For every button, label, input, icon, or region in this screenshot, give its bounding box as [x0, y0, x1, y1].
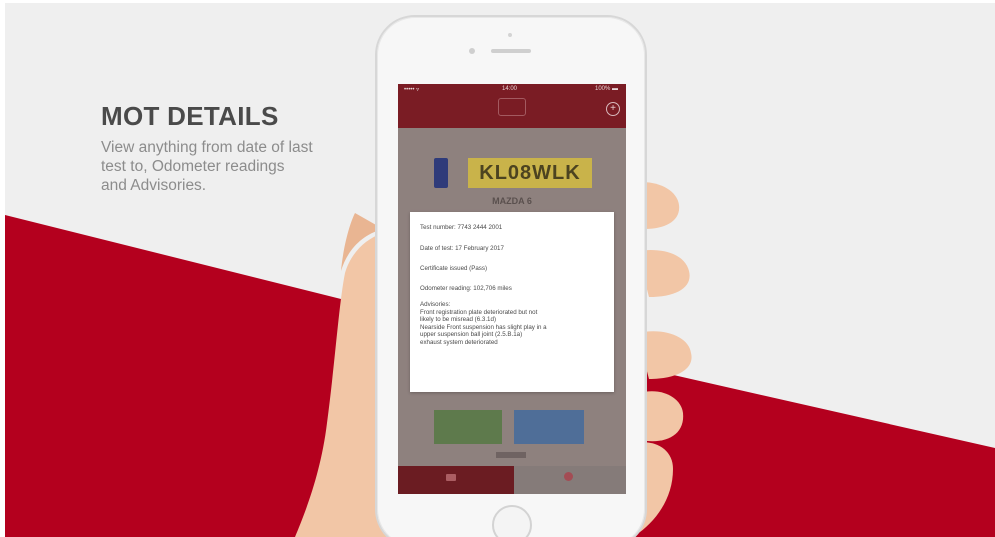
video-frame: MOT DETAILS View anything from date of l…	[0, 0, 995, 537]
plate-row: KL08WLK	[424, 158, 602, 188]
car-icon	[446, 474, 456, 481]
registration-plate: KL08WLK	[468, 158, 592, 188]
tab-settings[interactable]	[514, 466, 626, 494]
status-time: 14:00	[502, 86, 518, 92]
advisory-line: exhaust system deteriorated	[420, 338, 498, 346]
vehicle-make-model: MAZDA 6	[492, 196, 532, 206]
advisory-line: likely to be misread (6.3.1d)	[420, 316, 497, 324]
green-action-button[interactable]	[434, 410, 502, 444]
gb-badge-icon	[434, 158, 448, 188]
sensor-dot	[508, 33, 512, 37]
status-bar: ••••• ▿ 14:00 100% ▬	[398, 86, 626, 96]
signal-indicator: ••••• ▿	[404, 87, 420, 93]
add-vehicle-button[interactable]: +	[606, 102, 620, 116]
test-number-text: Test number: 7743 2444 2001	[420, 224, 503, 231]
advisories-title: Advisories:	[420, 301, 451, 308]
gear-icon	[564, 472, 573, 481]
blue-action-button[interactable]	[514, 410, 584, 444]
advisories-block: Advisories: Front registration plate det…	[420, 301, 547, 347]
earpiece-speaker	[491, 49, 531, 53]
advisory-line: Front registration plate deteriorated bu…	[420, 308, 538, 316]
mot-details-popup[interactable]: Test number: 7743 2444 2001 Date of test…	[410, 212, 614, 392]
date-of-test-text: Date of test: 17 February 2017	[420, 245, 504, 252]
phone-screen: ••••• ▿ 14:00 100% ▬ + KL08WLK MAZDA 6 T…	[398, 84, 626, 494]
tab-vehicles[interactable]	[398, 466, 514, 494]
app-header: ••••• ▿ 14:00 100% ▬ +	[398, 84, 626, 128]
bottom-tab-bar	[398, 466, 626, 494]
page-indicator	[496, 452, 526, 458]
phone-device: ••••• ▿ 14:00 100% ▬ + KL08WLK MAZDA 6 T…	[375, 15, 647, 537]
battery-indicator: 100% ▬	[594, 86, 618, 92]
front-camera	[469, 48, 475, 54]
advisory-line: upper suspension ball joint (2.5.B.1a)	[420, 331, 523, 339]
certificate-text: Certificate issued (Pass)	[420, 265, 488, 272]
scene: MOT DETAILS View anything from date of l…	[5, 3, 995, 537]
app-logo-icon	[498, 98, 526, 116]
odometer-text: Odometer reading: 102,706 miles	[420, 285, 512, 292]
home-button[interactable]	[492, 505, 532, 537]
advisory-line: Nearside Front suspension has slight pla…	[420, 323, 547, 331]
